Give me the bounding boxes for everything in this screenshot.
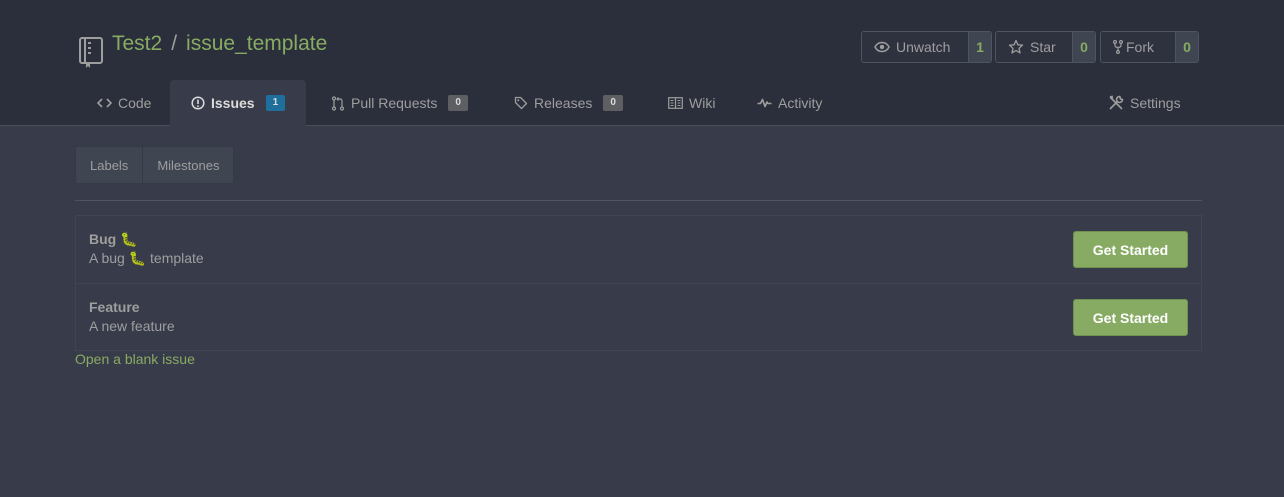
open-blank-issue-link[interactable]: Open a blank issue bbox=[75, 351, 195, 367]
divider bbox=[75, 200, 1202, 201]
issues-subnav: Labels Milestones bbox=[75, 146, 235, 184]
tab-code[interactable]: Code bbox=[97, 80, 151, 126]
tab-pull-requests[interactable]: Pull Requests 0 bbox=[331, 80, 468, 126]
repo-name-link[interactable]: issue_template bbox=[186, 32, 327, 55]
git-pull-request-icon bbox=[331, 95, 345, 111]
star-label: Star bbox=[1030, 39, 1056, 55]
unwatch-label: Unwatch bbox=[896, 39, 951, 55]
tab-releases-label: Releases bbox=[534, 95, 593, 111]
template-name: Feature bbox=[89, 299, 140, 315]
template-description: A bug 🐛 template bbox=[89, 250, 204, 266]
tab-pull-requests-label: Pull Requests bbox=[351, 95, 438, 111]
tab-activity-label: Activity bbox=[778, 95, 823, 111]
stars-count[interactable]: 0 bbox=[1072, 32, 1095, 62]
pulse-icon bbox=[757, 97, 772, 109]
repo-icon bbox=[78, 37, 104, 69]
tab-issues[interactable]: Issues 1 bbox=[170, 80, 307, 126]
eye-icon bbox=[874, 41, 890, 53]
list-item: Feature A new feature Get Started bbox=[76, 283, 1201, 350]
star-button[interactable]: Star bbox=[996, 32, 1072, 62]
watch-button-group: Unwatch 1 bbox=[861, 31, 992, 63]
star-icon bbox=[1008, 39, 1024, 55]
fork-icon bbox=[1113, 40, 1123, 54]
tab-releases[interactable]: Releases 0 bbox=[514, 80, 623, 126]
fork-label: Fork bbox=[1126, 39, 1154, 55]
repo-owner-link[interactable]: Test2 bbox=[112, 32, 162, 55]
star-button-group: Star 0 bbox=[995, 31, 1096, 63]
watchers-count[interactable]: 1 bbox=[968, 32, 991, 62]
pull-requests-count-badge: 0 bbox=[448, 95, 468, 111]
tab-issues-label: Issues bbox=[211, 95, 255, 111]
repo-title: Test2 / issue_template bbox=[112, 32, 327, 56]
tab-settings-label: Settings bbox=[1130, 95, 1181, 111]
fork-button[interactable]: Fork bbox=[1101, 32, 1175, 62]
code-icon bbox=[97, 98, 112, 108]
fork-button-group: Fork 0 bbox=[1100, 31, 1199, 63]
tab-code-label: Code bbox=[118, 95, 152, 111]
tab-settings[interactable]: Settings bbox=[1108, 80, 1181, 126]
milestones-button[interactable]: Milestones bbox=[142, 147, 233, 183]
template-description: A new feature bbox=[89, 318, 175, 334]
issue-template-list: Bug 🐛 A bug 🐛 template Get Started Featu… bbox=[75, 215, 1202, 351]
issue-opened-icon bbox=[191, 96, 205, 110]
repo-header: Test2 / issue_template Unwatch 1 Star 0 Fo… bbox=[0, 0, 1284, 126]
tab-wiki[interactable]: Wiki bbox=[668, 80, 715, 126]
get-started-button-bug[interactable]: Get Started bbox=[1073, 231, 1188, 268]
forks-count[interactable]: 0 bbox=[1175, 32, 1198, 62]
get-started-button-feature[interactable]: Get Started bbox=[1073, 299, 1188, 336]
tab-activity[interactable]: Activity bbox=[757, 80, 822, 126]
tab-wiki-label: Wiki bbox=[689, 95, 716, 111]
tools-icon bbox=[1108, 95, 1124, 111]
unwatch-button[interactable]: Unwatch bbox=[862, 32, 968, 62]
book-icon bbox=[668, 97, 683, 109]
list-item: Bug 🐛 A bug 🐛 template Get Started bbox=[76, 216, 1201, 283]
issues-count-badge: 1 bbox=[265, 95, 286, 111]
releases-count-badge: 0 bbox=[603, 95, 623, 111]
repo-title-separator: / bbox=[171, 32, 178, 55]
tag-icon bbox=[514, 96, 528, 110]
labels-button[interactable]: Labels bbox=[76, 147, 142, 183]
template-name: Bug 🐛 bbox=[89, 231, 138, 247]
